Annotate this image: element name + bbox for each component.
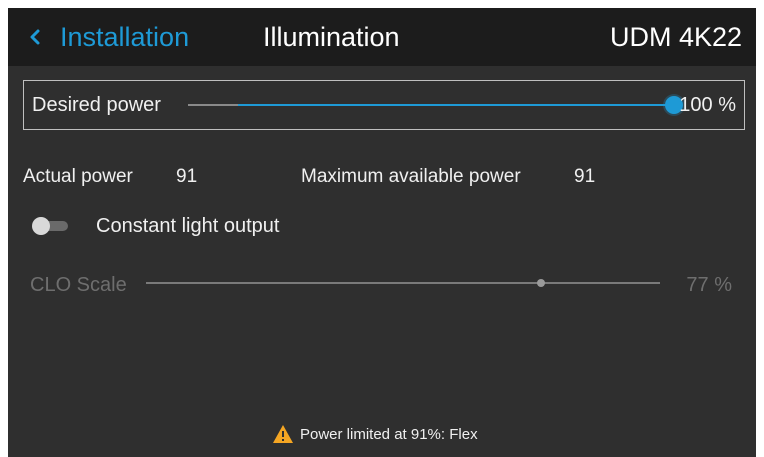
actual-power-value: 91 [176,166,198,187]
power-warning: Power limited at 91%: Flex [272,422,478,446]
warning-icon [272,424,294,444]
clo-toggle-label: Constant light output [96,214,280,237]
clo-toggle-knob [32,217,50,235]
back-button[interactable]: Installation [28,20,189,54]
desired-power-track-fill [238,104,674,106]
clo-scale-value: 77 % [686,273,732,296]
actual-power-label: Actual power [23,166,133,187]
desired-power-row: Desired power 100 % [23,80,745,130]
header-bar: Installation Illumination UDM 4K22 [8,8,756,66]
clo-scale-slider-thumb [537,279,545,287]
desired-power-value: 100 % [679,93,736,116]
clo-toggle[interactable] [32,216,70,236]
desired-power-label: Desired power [32,93,161,116]
power-warning-text: Power limited at 91%: Flex [300,425,478,443]
device-name: UDM 4K22 [609,21,742,52]
page-title: Illumination [263,21,400,52]
clo-scale-label: CLO Scale [30,273,127,296]
max-power-value: 91 [574,166,596,187]
illumination-screen: Installation Illumination UDM 4K22 Desir… [8,8,756,457]
chevron-left-icon [28,25,46,49]
max-power-label: Maximum available power [301,166,521,187]
desired-power-track-start [188,104,238,106]
back-label: Installation [60,21,190,52]
clo-scale-track [146,282,660,284]
